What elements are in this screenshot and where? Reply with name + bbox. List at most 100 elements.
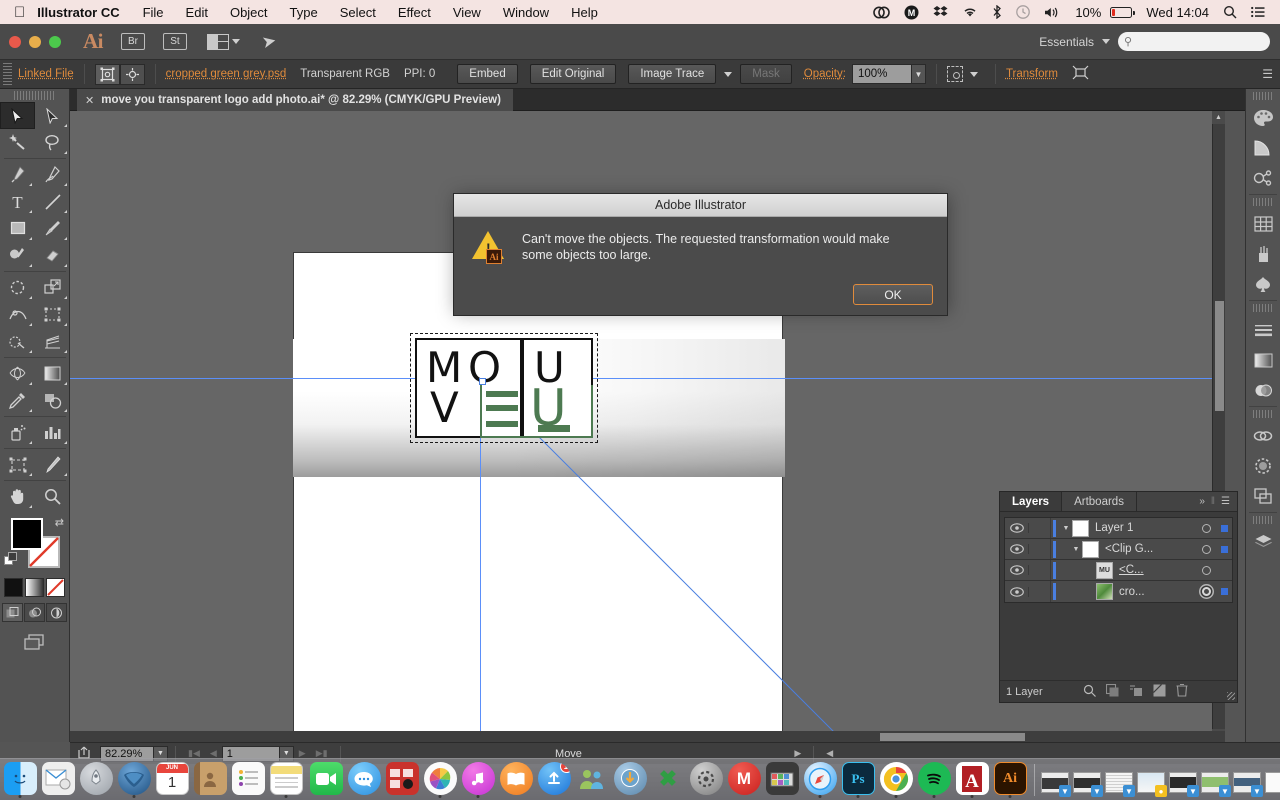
menu-object[interactable]: Object xyxy=(219,5,279,20)
blob-brush-tool[interactable] xyxy=(0,242,35,269)
artboards-panel-icon[interactable] xyxy=(1246,481,1280,511)
stroke-panel-icon[interactable] xyxy=(1246,315,1280,345)
delete-selection-icon[interactable] xyxy=(1176,683,1188,700)
visibility-toggle[interactable] xyxy=(1005,586,1029,597)
minimized-window[interactable]: ▼ xyxy=(1201,764,1231,798)
adobe-stock-button[interactable]: St xyxy=(163,33,187,50)
minimized-window[interactable]: ● xyxy=(1137,764,1167,798)
make-clipping-mask-icon[interactable] xyxy=(1105,683,1119,700)
transform-label[interactable]: Transform xyxy=(1006,68,1058,80)
dock-item-mega[interactable]: M xyxy=(726,762,762,798)
tab-layers[interactable]: Layers xyxy=(1000,492,1063,511)
line-segment-tool[interactable] xyxy=(35,188,70,215)
draw-inside-icon[interactable] xyxy=(46,603,67,622)
expand-triangle-icon[interactable]: ▼ xyxy=(1060,525,1072,532)
linked-file-name[interactable]: cropped green grey.psd xyxy=(166,68,287,80)
minimized-window[interactable] xyxy=(1265,764,1280,798)
symbols-panel-icon[interactable] xyxy=(1246,269,1280,299)
menu-help[interactable]: Help xyxy=(560,5,609,20)
dock-item-users[interactable] xyxy=(574,762,610,798)
symbol-sprayer-tool[interactable] xyxy=(0,419,35,446)
layer-name[interactable]: Layer 1 xyxy=(1095,522,1195,534)
gradient-panel-icon[interactable] xyxy=(1246,345,1280,375)
create-new-layer-icon[interactable] xyxy=(1152,683,1166,700)
table-row[interactable]: ▼ Layer 1 xyxy=(1005,518,1232,539)
dock-item-illustrator[interactable]: Ai xyxy=(992,762,1028,798)
menu-app-name[interactable]: Illustrator CC xyxy=(37,5,131,20)
apple-menu-icon[interactable]:  xyxy=(0,5,37,20)
opacity-label[interactable]: Opacity: xyxy=(804,68,846,80)
linked-file-label[interactable]: Linked File xyxy=(18,68,74,80)
table-row[interactable]: ▼ <Clip G... xyxy=(1005,539,1232,560)
slice-tool[interactable] xyxy=(35,451,70,478)
tab-artboards[interactable]: Artboards xyxy=(1062,492,1137,511)
rotate-tool[interactable] xyxy=(0,274,35,301)
battery-icon[interactable] xyxy=(1103,6,1139,18)
dock-item-chrome[interactable] xyxy=(878,762,914,798)
menu-clock[interactable]: Wed 14:04 xyxy=(1139,5,1216,20)
target-indicator[interactable] xyxy=(1195,544,1217,554)
direct-selection-tool[interactable] xyxy=(35,102,70,129)
dock-item-spotify[interactable] xyxy=(916,762,952,798)
table-row[interactable]: MU <C... xyxy=(1005,560,1232,581)
minimized-window[interactable]: ▼ xyxy=(1105,764,1135,798)
image-trace-chevron-down-icon[interactable] xyxy=(716,71,740,77)
dock-item-itunes[interactable] xyxy=(460,762,496,798)
dock-item-mail[interactable] xyxy=(40,762,76,798)
layers-panel-icon[interactable] xyxy=(1246,527,1280,557)
zoom-window-button[interactable] xyxy=(49,35,61,48)
layer-name[interactable]: <C... xyxy=(1119,564,1195,576)
dock-grip-3[interactable] xyxy=(1253,304,1273,312)
dock-item-safari[interactable] xyxy=(802,762,838,798)
dock-item-reminders[interactable] xyxy=(230,762,266,798)
dock-grip-5[interactable] xyxy=(1253,516,1273,524)
selected-logo-artwork[interactable]: M O V U U xyxy=(410,333,598,443)
collapse-panel-icon[interactable]: » xyxy=(1199,496,1205,507)
dock-item-finder[interactable] xyxy=(2,762,38,798)
layer-name[interactable]: cro... xyxy=(1119,586,1195,598)
draw-behind-icon[interactable] xyxy=(24,603,45,622)
magic-wand-tool[interactable] xyxy=(0,129,35,156)
dock-item-ibooks[interactable] xyxy=(498,762,534,798)
brushes-panel-icon[interactable] xyxy=(1246,239,1280,269)
fill-swatch[interactable] xyxy=(11,518,43,550)
panel-menu-icon[interactable]: ☰ xyxy=(1221,496,1230,507)
go-to-bridge-button[interactable]: Br xyxy=(121,33,145,50)
create-new-sublayer-icon[interactable] xyxy=(1129,684,1143,700)
dock-item-launchpad[interactable] xyxy=(78,762,114,798)
transparency-panel-icon[interactable] xyxy=(1246,375,1280,405)
menu-effect[interactable]: Effect xyxy=(387,5,442,20)
dock-item-final-cut-pro[interactable] xyxy=(764,762,800,798)
selection-indicator[interactable] xyxy=(1217,545,1232,553)
eraser-tool[interactable] xyxy=(35,242,70,269)
lock-toggle[interactable] xyxy=(1029,581,1051,602)
hscrollbar-thumb[interactable] xyxy=(880,733,1025,741)
mega-icon[interactable]: M xyxy=(897,5,926,20)
canvas-horizontal-scrollbar[interactable] xyxy=(70,731,1225,742)
gradient-button[interactable] xyxy=(25,578,44,597)
dock-item-acrobat[interactable]: A xyxy=(954,762,990,798)
eyedropper-tool[interactable] xyxy=(0,387,35,414)
dock-item-photo-booth[interactable] xyxy=(384,762,420,798)
rectangle-tool[interactable] xyxy=(0,215,35,242)
menu-file[interactable]: File xyxy=(132,5,175,20)
dock-grip-4[interactable] xyxy=(1253,410,1273,418)
selection-anchor-point[interactable] xyxy=(479,378,486,385)
screen-mode-icon[interactable] xyxy=(0,632,69,652)
search-input[interactable]: ⚲ xyxy=(1118,32,1270,51)
blend-tool[interactable] xyxy=(35,387,70,414)
dock-grip-2[interactable] xyxy=(1253,198,1273,206)
pen-tool[interactable] xyxy=(0,161,35,188)
workspace-switcher[interactable]: Essentials xyxy=(1039,35,1094,49)
wifi-icon[interactable] xyxy=(955,6,985,18)
dock-item-app-store[interactable]: 1 xyxy=(536,762,572,798)
selection-tool[interactable] xyxy=(0,102,35,129)
scroll-up-arrow-icon[interactable]: ▲ xyxy=(1212,111,1225,124)
default-fill-stroke-icon[interactable] xyxy=(4,552,19,572)
draw-normal-icon[interactable] xyxy=(2,603,23,622)
minimized-window[interactable]: ▼ xyxy=(1169,764,1199,798)
table-row[interactable]: cro... xyxy=(1005,581,1232,602)
dock-item-network-download[interactable] xyxy=(612,762,648,798)
visibility-toggle[interactable] xyxy=(1005,523,1029,533)
target-indicator[interactable] xyxy=(1195,523,1217,533)
